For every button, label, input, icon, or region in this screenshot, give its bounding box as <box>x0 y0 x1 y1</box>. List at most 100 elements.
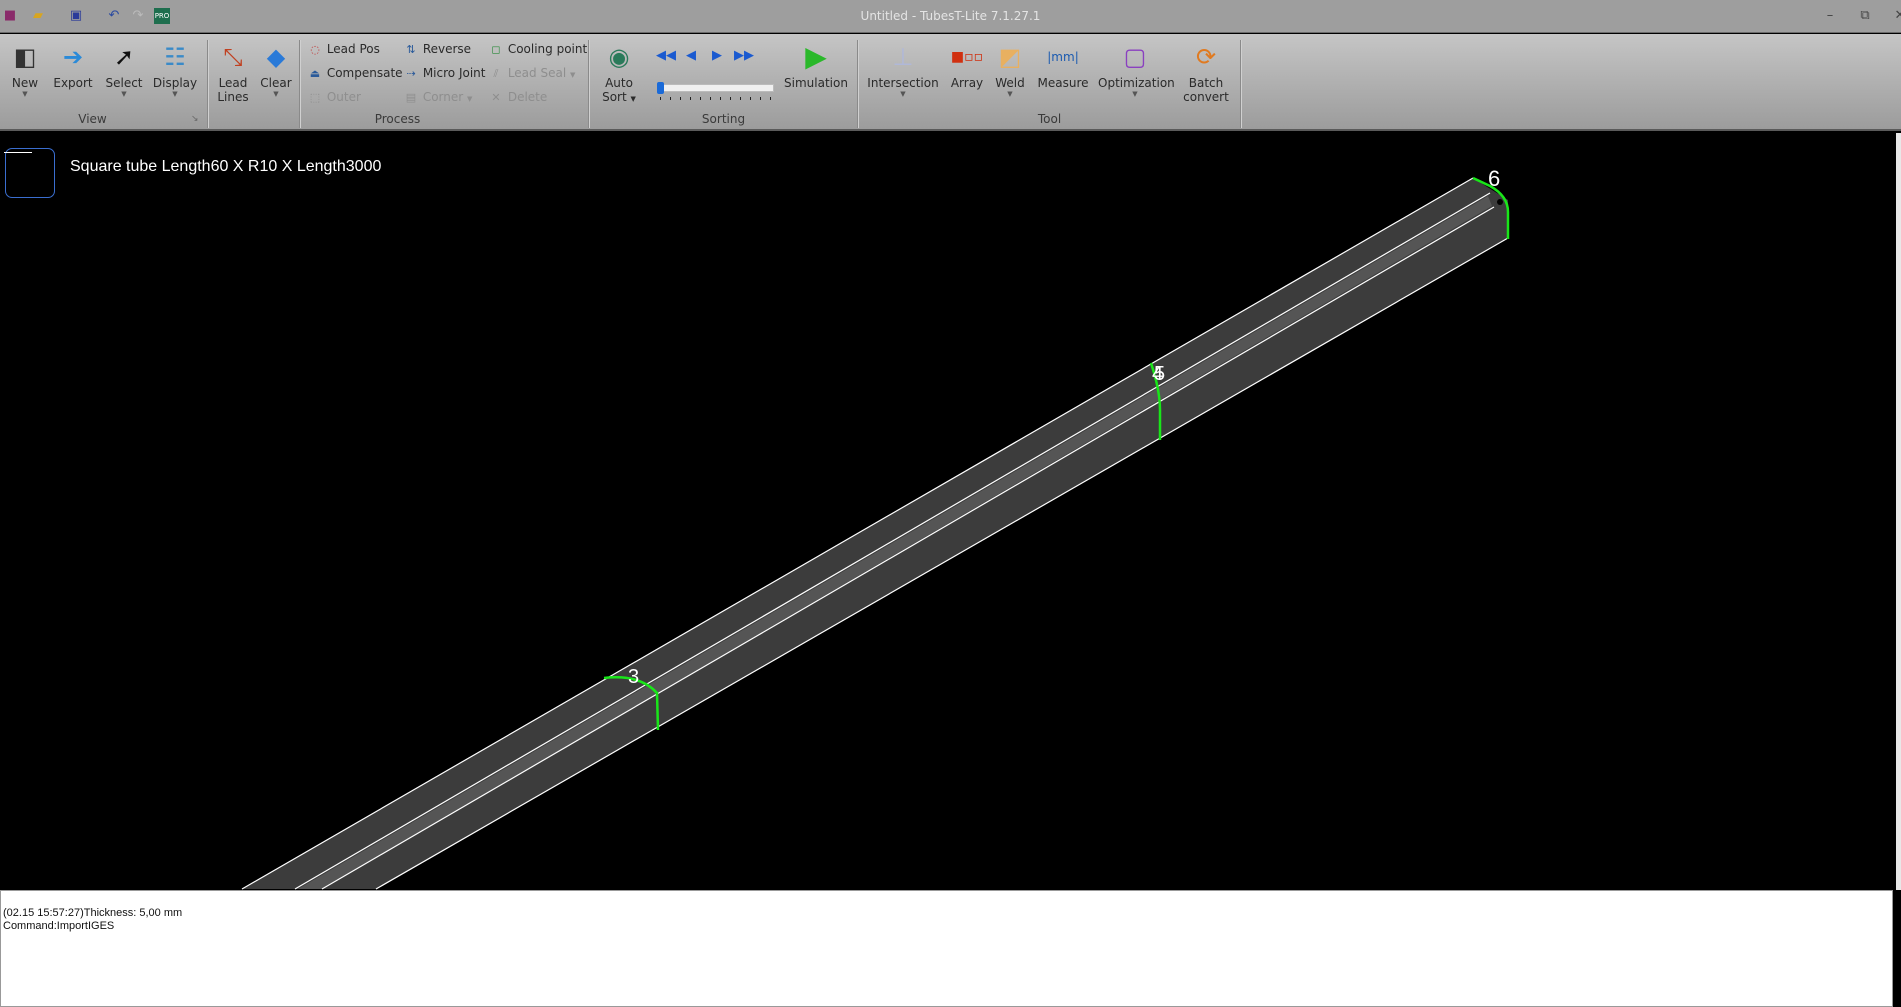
play-icon: ▶ <box>805 40 827 73</box>
reverse-icon: ⇅ <box>406 43 416 56</box>
batch-label-1: Batch <box>1188 76 1224 90</box>
cooling-point-label: Cooling point <box>507 42 588 56</box>
previous-icon[interactable]: ◀ <box>686 48 696 63</box>
tube-edge <box>294 192 1491 890</box>
auto-sort-label-2: Sort <box>602 90 627 104</box>
tube-edge <box>321 206 1495 890</box>
close-icon[interactable]: ✕ <box>1890 8 1901 24</box>
export-label: Export <box>53 76 93 90</box>
eraser-icon: ◆ <box>266 43 286 71</box>
display-icon: ☷ <box>164 43 186 71</box>
lead-pos-label: Lead Pos <box>326 42 380 56</box>
weld-icon: ◩ <box>998 43 1022 71</box>
lead-lines-button[interactable]: ⤡ Lead Lines <box>212 42 254 104</box>
window-title: Untitled - TubesT-Lite 7.1.27.1 <box>860 9 1041 23</box>
title-bar: ■ ▰ ▣ ↶ ↷ PRO Untitled - TubesT-Lite 7.1… <box>0 0 1901 33</box>
group-label-tool: Tool <box>1037 112 1062 126</box>
micro-joint-button[interactable]: ⇢ Micro Joint <box>403 64 485 82</box>
weld-button[interactable]: ◩ Weld ▼ <box>992 42 1028 98</box>
batch-label-2: convert <box>1183 90 1229 104</box>
viewport-scrollbar[interactable] <box>1896 133 1901 890</box>
delete-label: Delete <box>507 90 548 104</box>
next-icon[interactable]: ▶ <box>712 48 722 63</box>
lead-pos-button[interactable]: ◌ Lead Pos <box>307 40 380 58</box>
cooling-point-button[interactable]: ◻ Cooling point <box>488 40 587 58</box>
outer-button[interactable]: ⬚ Outer <box>307 88 361 106</box>
auto-sort-button[interactable]: ◉ Auto Sort ▼ <box>598 42 640 106</box>
log-line: (02.15 15:57:27)Thickness: 5,00 mm <box>3 907 183 919</box>
auto-sort-label-1: Auto <box>605 76 633 90</box>
minimize-icon[interactable]: – <box>1820 8 1840 24</box>
restore-icon[interactable]: ⧉ <box>1855 8 1875 24</box>
end-point <box>1497 199 1503 205</box>
measure-icon: |mm| <box>1047 50 1079 64</box>
new-button[interactable]: ◧ New ▼ <box>4 42 46 98</box>
command-log[interactable]: (02.15 15:57:27)Thickness: 5,00 mm Comma… <box>0 890 1893 1007</box>
lead-seal-button[interactable]: ⫽ Lead Seal ▼ <box>488 64 576 82</box>
lead-lines-label-1: Lead <box>218 76 248 90</box>
part-label: Square tube Length60 X R10 X Length3000 <box>70 158 382 175</box>
batch-convert-icon: ⟳ <box>1195 43 1217 71</box>
outer-icon: ⬚ <box>309 91 321 104</box>
measure-label: Measure <box>1037 76 1089 90</box>
new-icon: ◧ <box>13 43 37 71</box>
auto-sort-icon: ◉ <box>608 43 630 71</box>
sort-slider[interactable] <box>657 82 774 94</box>
first-icon[interactable]: ◀◀ <box>656 48 676 63</box>
optimization-label: Optimization <box>1098 76 1175 90</box>
3d-viewport[interactable]: 3 4 5 6 <box>0 133 1896 890</box>
tube-edge <box>241 177 1474 890</box>
ribbon: ◧ New ▼ ➔ Export ➚ Select ▼ ☷ Display ▼ View ↘ … <box>0 34 1901 131</box>
batch-convert-button[interactable]: ⟳ Batch convert <box>1180 42 1232 104</box>
last-icon[interactable]: ▶▶ <box>734 48 754 63</box>
lead-lines-label-2: Lines <box>217 90 249 104</box>
intersection-icon: ⊥ <box>892 43 914 71</box>
marker-3: 3 <box>628 666 639 688</box>
clear-button[interactable]: ◆ Clear ▼ <box>258 42 294 98</box>
optimization-icon: ▢ <box>1123 43 1147 71</box>
array-button[interactable]: ■▫▫ Array <box>946 42 988 90</box>
lead-seal-label: Lead Seal <box>507 66 567 80</box>
corner-icon: ▤ <box>405 91 417 104</box>
micro-joint-icon: ⇢ <box>406 67 416 80</box>
simulation-label: Simulation <box>784 76 848 90</box>
delete-icon: ✕ <box>491 91 501 104</box>
cooling-point-icon: ◻ <box>491 43 501 56</box>
tube-profile-icon <box>4 148 55 198</box>
measure-button[interactable]: |mm| Measure <box>1036 42 1090 90</box>
tube-edge <box>375 237 1509 890</box>
compensate-label: Compensate <box>326 66 403 80</box>
display-button[interactable]: ☷ Display ▼ <box>152 42 198 98</box>
log-line: Command:ImportIGES <box>3 920 115 932</box>
group-label-view: View <box>78 112 107 126</box>
export-button[interactable]: ➔ Export <box>50 42 96 90</box>
marker-5: 5 <box>1154 363 1165 385</box>
tube-body <box>242 178 1508 889</box>
weld-label: Weld <box>995 76 1025 90</box>
marker-6: 6 <box>1488 166 1500 191</box>
dialog-launcher-icon[interactable]: ↘ <box>191 114 199 124</box>
clear-label: Clear <box>260 76 292 90</box>
intersection-label: Intersection <box>867 76 939 90</box>
compensate-button[interactable]: ⏏ Compensate <box>307 64 403 82</box>
corner-label: Corner <box>422 90 464 104</box>
array-label: Array <box>950 76 984 90</box>
tube-model: 3 4 5 6 <box>241 166 1510 890</box>
export-icon: ➔ <box>62 43 84 71</box>
corner-button[interactable]: ▤ Corner ▼ <box>403 88 473 106</box>
intersection-button[interactable]: ⊥ Intersection ▼ <box>866 42 940 98</box>
select-label: Select <box>105 76 143 90</box>
group-label-process: Process <box>374 112 421 126</box>
simulation-button[interactable]: ▶ Simulation <box>784 40 848 91</box>
reverse-button[interactable]: ⇅ Reverse <box>403 40 471 58</box>
lead-lines-icon: ⤡ <box>223 43 243 71</box>
slider-thumb[interactable] <box>657 82 664 94</box>
tube-inner-shade <box>298 196 1492 889</box>
compensate-icon: ⏏ <box>309 67 321 80</box>
select-button[interactable]: ➚ Select ▼ <box>102 42 146 98</box>
lead-seal-icon: ⫽ <box>493 67 499 80</box>
micro-joint-label: Micro Joint <box>422 66 486 80</box>
group-label-sorting: Sorting <box>701 112 746 126</box>
delete-button[interactable]: ✕ Delete <box>488 88 547 106</box>
optimization-button[interactable]: ▢ Optimization ▼ <box>1098 42 1175 98</box>
